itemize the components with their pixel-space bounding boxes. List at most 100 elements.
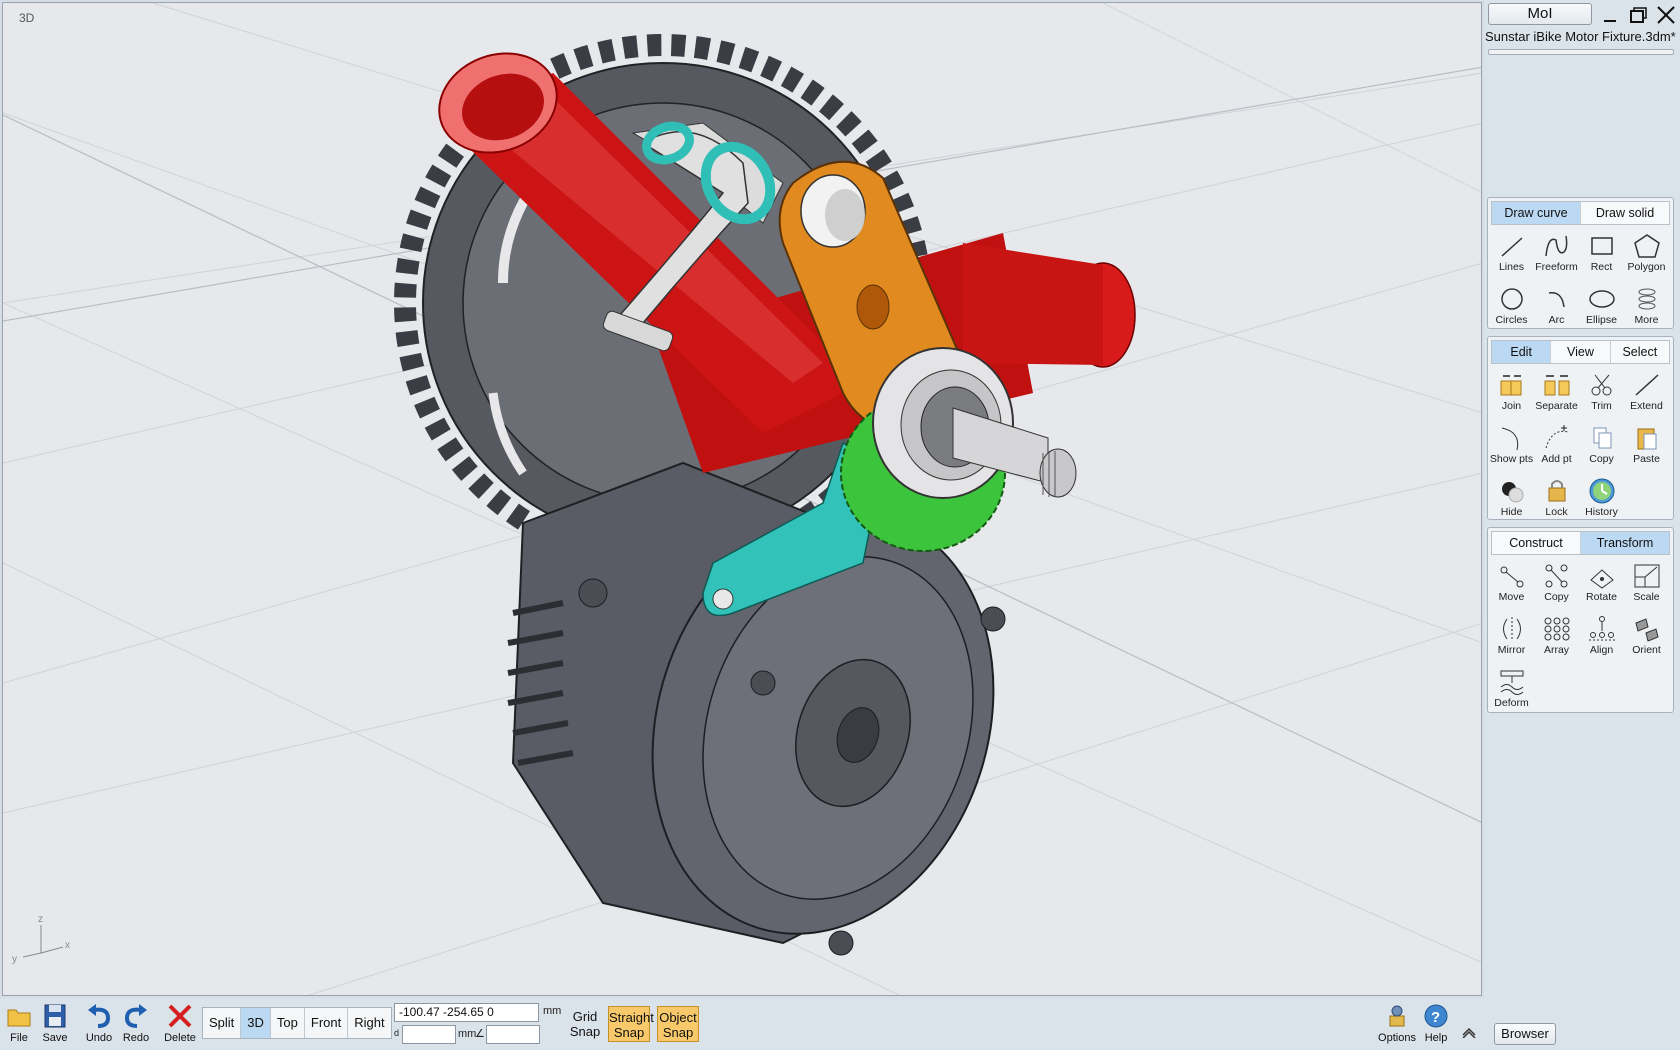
tab-draw-curve[interactable]: Draw curve xyxy=(1492,202,1581,224)
move-icon xyxy=(1489,557,1534,591)
paste-tool[interactable]: Paste xyxy=(1624,419,1669,472)
viewport-3d[interactable]: 3D z x y xyxy=(2,2,1482,996)
help-button[interactable]: ? Help xyxy=(1417,1002,1455,1044)
tab-select[interactable]: Select xyxy=(1611,341,1669,363)
help-icon: ? xyxy=(1417,1002,1455,1032)
tab-construct[interactable]: Construct xyxy=(1492,532,1581,554)
arc-icon xyxy=(1534,280,1579,314)
extend-icon xyxy=(1624,366,1669,400)
rotate-icon xyxy=(1579,557,1624,591)
undo-button[interactable]: Undo xyxy=(80,1002,118,1044)
redo-icon xyxy=(117,1002,155,1032)
options-icon xyxy=(1378,1002,1416,1032)
straight-snap-toggle[interactable]: Straight Snap xyxy=(608,1006,654,1042)
tab-view[interactable]: View xyxy=(1551,341,1611,363)
save-button[interactable]: Save xyxy=(36,1002,74,1044)
view-right[interactable]: Right xyxy=(348,1008,390,1038)
array-tool[interactable]: Array xyxy=(1534,610,1579,663)
align-icon xyxy=(1579,610,1624,644)
circles-tool[interactable]: Circles xyxy=(1489,280,1534,333)
arc-tool[interactable]: Arc xyxy=(1534,280,1579,333)
options-button[interactable]: Options xyxy=(1378,1002,1416,1044)
deform-tool[interactable]: Deform xyxy=(1489,663,1534,716)
angle-label: ∠ xyxy=(475,1028,485,1040)
orient-tool[interactable]: Orient xyxy=(1624,610,1669,663)
delete-button[interactable]: Delete xyxy=(161,1002,199,1044)
extend-tool[interactable]: Extend xyxy=(1624,366,1669,419)
browser-button[interactable]: Browser xyxy=(1494,1023,1556,1045)
view-split[interactable]: Split xyxy=(203,1008,242,1038)
transform-copy-tool[interactable]: Copy xyxy=(1534,557,1579,610)
draw-group: Draw curve Draw solid Lines Freeform Rec… xyxy=(1487,197,1674,329)
viewport-layout-tabs: Split 3D Top Front Right xyxy=(202,1007,392,1039)
hide-tool[interactable]: Hide xyxy=(1489,472,1534,525)
view-front[interactable]: Front xyxy=(305,1008,349,1038)
freeform-tool[interactable]: Freeform xyxy=(1534,227,1579,280)
undo-icon xyxy=(80,1002,118,1032)
polygon-tool[interactable]: Polygon xyxy=(1624,227,1669,280)
edit-tabs: Edit View Select xyxy=(1491,340,1670,364)
scale-icon xyxy=(1624,557,1669,591)
move-tool[interactable]: Move xyxy=(1489,557,1534,610)
separate-icon xyxy=(1534,366,1579,400)
lines-tool[interactable]: Lines xyxy=(1489,227,1534,280)
scale-tool[interactable]: Scale xyxy=(1624,557,1669,610)
mirror-icon xyxy=(1489,610,1534,644)
history-tool[interactable]: History xyxy=(1579,472,1624,525)
svg-text:y: y xyxy=(12,954,17,965)
redo-button[interactable]: Redo xyxy=(117,1002,155,1044)
coordinate-input[interactable]: -100.47 -254.65 0 xyxy=(394,1003,539,1022)
trim-tool[interactable]: Trim xyxy=(1579,366,1624,419)
bearing-spindle xyxy=(872,347,1077,499)
distance-input[interactable] xyxy=(402,1025,456,1044)
scissors-icon xyxy=(1579,366,1624,400)
axis-indicator-icon: z x y xyxy=(12,914,70,965)
svg-text:?: ? xyxy=(1431,1009,1440,1026)
collapse-chevron-icon[interactable] xyxy=(1460,1024,1478,1041)
angle-input[interactable] xyxy=(486,1025,540,1044)
align-tool[interactable]: Align xyxy=(1579,610,1624,663)
close-icon[interactable] xyxy=(1654,4,1678,26)
grid-snap-toggle[interactable]: Grid Snap xyxy=(564,1006,606,1042)
hide-icon xyxy=(1489,472,1534,506)
rotate-tool[interactable]: Rotate xyxy=(1579,557,1624,610)
app-menu-button[interactable]: MoI xyxy=(1488,3,1592,25)
add-point-icon xyxy=(1534,419,1579,453)
history-icon xyxy=(1579,472,1624,506)
ellipse-tool[interactable]: Ellipse xyxy=(1579,280,1624,333)
circle-icon xyxy=(1489,280,1534,314)
view-top[interactable]: Top xyxy=(271,1008,305,1038)
copy-tool[interactable]: Copy xyxy=(1579,419,1624,472)
view-3d[interactable]: 3D xyxy=(241,1008,271,1038)
paste-icon xyxy=(1624,419,1669,453)
tab-edit[interactable]: Edit xyxy=(1492,341,1552,363)
side-panel: MoI Sunstar iBike Motor Fixture.3dm* Dra… xyxy=(1484,0,1680,1050)
object-snap-toggle[interactable]: Object Snap xyxy=(657,1006,699,1042)
tab-transform[interactable]: Transform xyxy=(1581,532,1669,554)
delete-x-icon xyxy=(161,1002,199,1032)
bottom-toolbar: File Save Undo Redo Delete Split 3D Top … xyxy=(0,998,1484,1050)
deform-icon xyxy=(1489,663,1534,697)
orient-icon xyxy=(1624,610,1669,644)
coordinate-unit: mm xyxy=(543,1005,562,1017)
show-pts-tool[interactable]: Show pts xyxy=(1489,419,1534,472)
mirror-tool[interactable]: Mirror xyxy=(1489,610,1534,663)
minimize-icon[interactable] xyxy=(1598,4,1622,26)
join-icon xyxy=(1489,366,1534,400)
file-button[interactable]: File xyxy=(0,1002,38,1044)
lines-icon xyxy=(1489,227,1534,261)
polygon-icon xyxy=(1624,227,1669,261)
separate-tool[interactable]: Separate xyxy=(1534,366,1579,419)
lock-tool[interactable]: Lock xyxy=(1534,472,1579,525)
maximize-icon[interactable] xyxy=(1626,4,1650,26)
distance-label: d xyxy=(394,1028,400,1038)
more-tool[interactable]: More xyxy=(1624,280,1669,333)
tab-draw-solid[interactable]: Draw solid xyxy=(1581,202,1669,224)
rect-tool[interactable]: Rect xyxy=(1579,227,1624,280)
rect-icon xyxy=(1579,227,1624,261)
join-tool[interactable]: Join xyxy=(1489,366,1534,419)
copy-objects-icon xyxy=(1534,557,1579,591)
file-title: Sunstar iBike Motor Fixture.3dm* xyxy=(1485,29,1676,44)
add-pt-tool[interactable]: Add pt xyxy=(1534,419,1579,472)
helix-icon xyxy=(1624,280,1669,314)
